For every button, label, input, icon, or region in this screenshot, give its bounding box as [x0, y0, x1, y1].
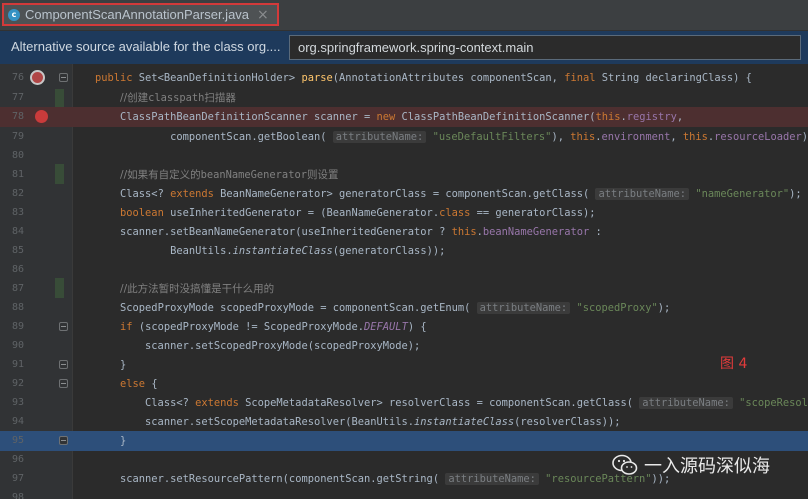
line-number: 95 — [11, 435, 24, 446]
code-line: 80 — [0, 146, 808, 166]
alternative-source-notice: Alternative source available for the cla… — [0, 31, 808, 64]
parameter-hint: attributeName: — [595, 188, 690, 200]
code-text: public Set<BeanDefinitionHolder> parse(A… — [95, 72, 752, 84]
code-line: 93 Class<? extends ScopeMetadataResolver… — [0, 393, 808, 413]
code-line: 86 — [0, 260, 808, 280]
line-number: 80 — [11, 150, 24, 161]
code-line: 94 scanner.setScopeMetadataResolver(Bean… — [0, 412, 808, 432]
code-line-current: 95 } — [0, 431, 808, 451]
code-line: 88 ScopedProxyMode scopedProxyMode = com… — [0, 298, 808, 318]
line-number: 87 — [11, 283, 24, 294]
line-number: 89 — [11, 321, 24, 332]
code-text: scanner.setScopeMetadataResolver(BeanUti… — [145, 416, 621, 428]
code-text: ScopedProxyMode scopedProxyMode = compon… — [120, 302, 671, 314]
code-text: Class<? extends BeanNameGenerator> gener… — [120, 188, 802, 200]
line-number: 85 — [11, 245, 24, 256]
line-number: 97 — [11, 473, 24, 484]
java-class-icon: c — [8, 8, 20, 21]
line-number: 81 — [11, 169, 24, 180]
code-line: 76 public Set<BeanDefinitionHolder> pars… — [0, 68, 808, 88]
parameter-hint: attributeName: — [332, 131, 427, 143]
code-line-breakpoint: 78 ClassPathBeanDefinitionScanner scanne… — [0, 107, 808, 127]
parameter-hint: attributeName: — [445, 473, 539, 485]
code-text: Class<? extends ScopeMetadataResolver> r… — [145, 397, 808, 409]
code-text: BeanUtils.instantiateClass(generatorClas… — [170, 245, 446, 257]
line-number: 93 — [11, 397, 24, 408]
code-text: if (scopedProxyMode != ScopedProxyMode.D… — [120, 321, 427, 333]
code-text: ClassPathBeanDefinitionScanner scanner =… — [120, 111, 684, 123]
code-line: 85 BeanUtils.instantiateClass(generatorC… — [0, 241, 808, 261]
code-text: scanner.setResourcePattern(componentScan… — [120, 473, 671, 485]
code-line: 92 else { — [0, 374, 808, 394]
line-number: 92 — [11, 378, 24, 389]
notice-text: Alternative source available for the cla… — [11, 39, 281, 54]
tab-label: ComponentScanAnnotationParser.java — [25, 7, 250, 22]
code-line: 87 //此方法暂时没搞懂是干什么用的 — [0, 279, 808, 299]
tab-component-scan-annotation-parser[interactable]: c ComponentScanAnnotationParser.java × — [2, 3, 279, 26]
code-text: } — [120, 359, 127, 371]
code-line: 79 componentScan.getBoolean( attributeNa… — [0, 127, 808, 147]
line-number: 78 — [11, 111, 24, 122]
fold-toggle[interactable] — [59, 379, 68, 388]
watermark: 一入源码深似海 — [612, 452, 770, 478]
wechat-icon — [612, 454, 638, 476]
close-icon[interactable]: × — [257, 7, 269, 23]
code-line: 84 scanner.setBeanNameGenerator(useInher… — [0, 222, 808, 242]
breakpoint-icon[interactable] — [35, 110, 48, 123]
code-line: 83 boolean useInheritedGenerator = (Bean… — [0, 203, 808, 223]
watermark-text: 一入源码深似海 — [644, 456, 770, 477]
code-line: 98 — [0, 488, 808, 499]
parameter-hint: attributeName: — [639, 397, 733, 409]
override-method-icon[interactable] — [30, 70, 45, 85]
line-number: 90 — [11, 340, 24, 351]
line-number: 84 — [11, 226, 24, 237]
code-text: } — [120, 435, 127, 447]
line-number: 82 — [11, 188, 24, 199]
line-number: 94 — [11, 416, 24, 427]
code-line: 91 } — [0, 355, 808, 375]
code-text: //如果有自定义的beanNameGenerator则设置 — [120, 169, 339, 181]
code-text: scanner.setScopedProxyMode(scopedProxyMo… — [145, 340, 421, 352]
line-number: 96 — [11, 454, 24, 465]
line-number: 77 — [11, 92, 24, 103]
line-number: 76 — [11, 72, 24, 83]
code-line: 77 //创建classpath扫描器 — [0, 88, 808, 108]
line-number: 91 — [11, 359, 24, 370]
fold-toggle[interactable] — [59, 360, 68, 369]
line-number: 88 — [11, 302, 24, 313]
code-line: 82 Class<? extends BeanNameGenerator> ge… — [0, 184, 808, 204]
fold-toggle[interactable] — [59, 322, 68, 331]
code-text: //此方法暂时没搞懂是干什么用的 — [120, 283, 275, 295]
code-text: boolean useInheritedGenerator = (BeanNam… — [120, 207, 596, 219]
code-line: 89 if (scopedProxyMode != ScopedProxyMod… — [0, 317, 808, 337]
parameter-hint: attributeName: — [476, 302, 571, 314]
editor-tab-bar: c ComponentScanAnnotationParser.java × — [0, 0, 808, 31]
code-text: scanner.setBeanNameGenerator(useInherite… — [120, 226, 602, 238]
code-text: componentScan.getBoolean( attributeName:… — [170, 131, 808, 143]
code-text: //创建classpath扫描器 — [120, 92, 236, 104]
code-line: 81 //如果有自定义的beanNameGenerator则设置 — [0, 165, 808, 185]
line-number: 86 — [11, 264, 24, 275]
line-number: 79 — [11, 131, 24, 142]
line-number: 83 — [11, 207, 24, 218]
alternative-source-select[interactable]: org.springframework.spring-context.main — [289, 35, 801, 60]
figure-label: 图 4 — [720, 356, 748, 372]
fold-toggle[interactable] — [59, 436, 68, 445]
code-text: else { — [120, 378, 158, 390]
code-line: 90 scanner.setScopedProxyMode(scopedProx… — [0, 336, 808, 356]
line-number: 98 — [11, 492, 24, 499]
fold-toggle[interactable] — [59, 73, 68, 82]
